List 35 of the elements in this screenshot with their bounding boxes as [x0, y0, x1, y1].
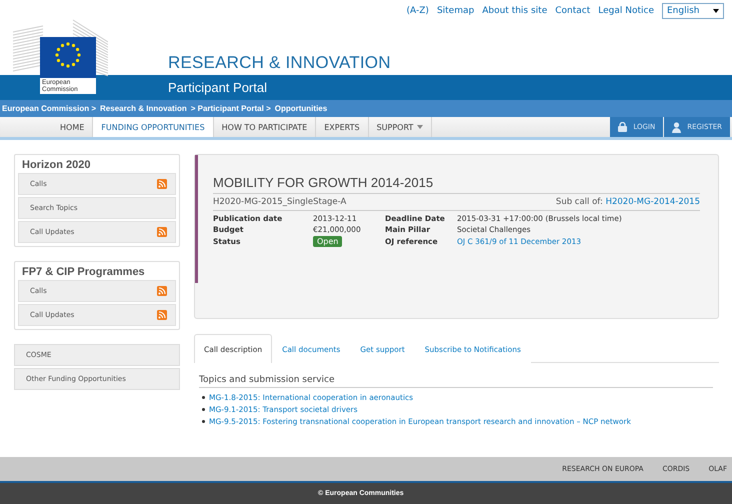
nav-tab[interactable]: SUPPORT	[368, 117, 432, 137]
caret-icon	[417, 125, 424, 129]
breadcrumb-link[interactable]: European Commission >	[2, 104, 96, 113]
top-link[interactable]: About this site	[482, 6, 548, 16]
call-title: MOBILITY FOR GROWTH 2014-2015	[213, 175, 700, 194]
call-identifier: H2020-MG-2015_SingleStage-A	[213, 197, 346, 207]
status-badge: Open	[313, 236, 342, 247]
section-heading: Topics and submission service	[199, 375, 713, 388]
top-link[interactable]: Contact	[555, 6, 590, 16]
bullet-icon	[202, 420, 205, 423]
rss-icon[interactable]	[157, 286, 167, 296]
nav-tab[interactable]: FUNDING OPPORTUNITIES	[93, 117, 214, 137]
portal-title: Participant Portal	[168, 80, 267, 95]
top-link[interactable]: Legal Notice	[598, 6, 654, 16]
lock-icon	[618, 122, 628, 132]
bullet-icon	[202, 396, 205, 399]
breadcrumb-link[interactable]: > Participant Portal >	[190, 104, 271, 113]
person-icon	[672, 122, 682, 132]
language-select[interactable]: English	[662, 3, 724, 19]
rss-icon[interactable]	[157, 179, 167, 189]
top-link[interactable]: Sitemap	[436, 6, 474, 16]
top-link[interactable]: (A-Z)	[406, 6, 429, 16]
sidebar-heading: Horizon 2020	[21, 159, 92, 171]
subcall-link[interactable]: H2020-MG-2014-2015	[606, 197, 700, 207]
rss-icon[interactable]	[157, 227, 167, 237]
nav-tab[interactable]: EXPERTS	[316, 117, 369, 137]
nav-tab[interactable]: HOW TO PARTICIPATE	[214, 117, 316, 137]
sidebar-heading: FP7 & CIP Programmes	[21, 266, 146, 278]
caret-icon	[713, 9, 719, 13]
bullet-icon	[202, 408, 205, 411]
subcall-label: Sub call of:	[556, 197, 604, 207]
rss-icon[interactable]	[157, 310, 167, 320]
breadcrumb-link[interactable]: Opportunities	[274, 104, 328, 113]
breadcrumb-link[interactable]: Research & Innovation	[100, 104, 187, 113]
site-title: RESEARCH & INNOVATION	[168, 53, 391, 73]
